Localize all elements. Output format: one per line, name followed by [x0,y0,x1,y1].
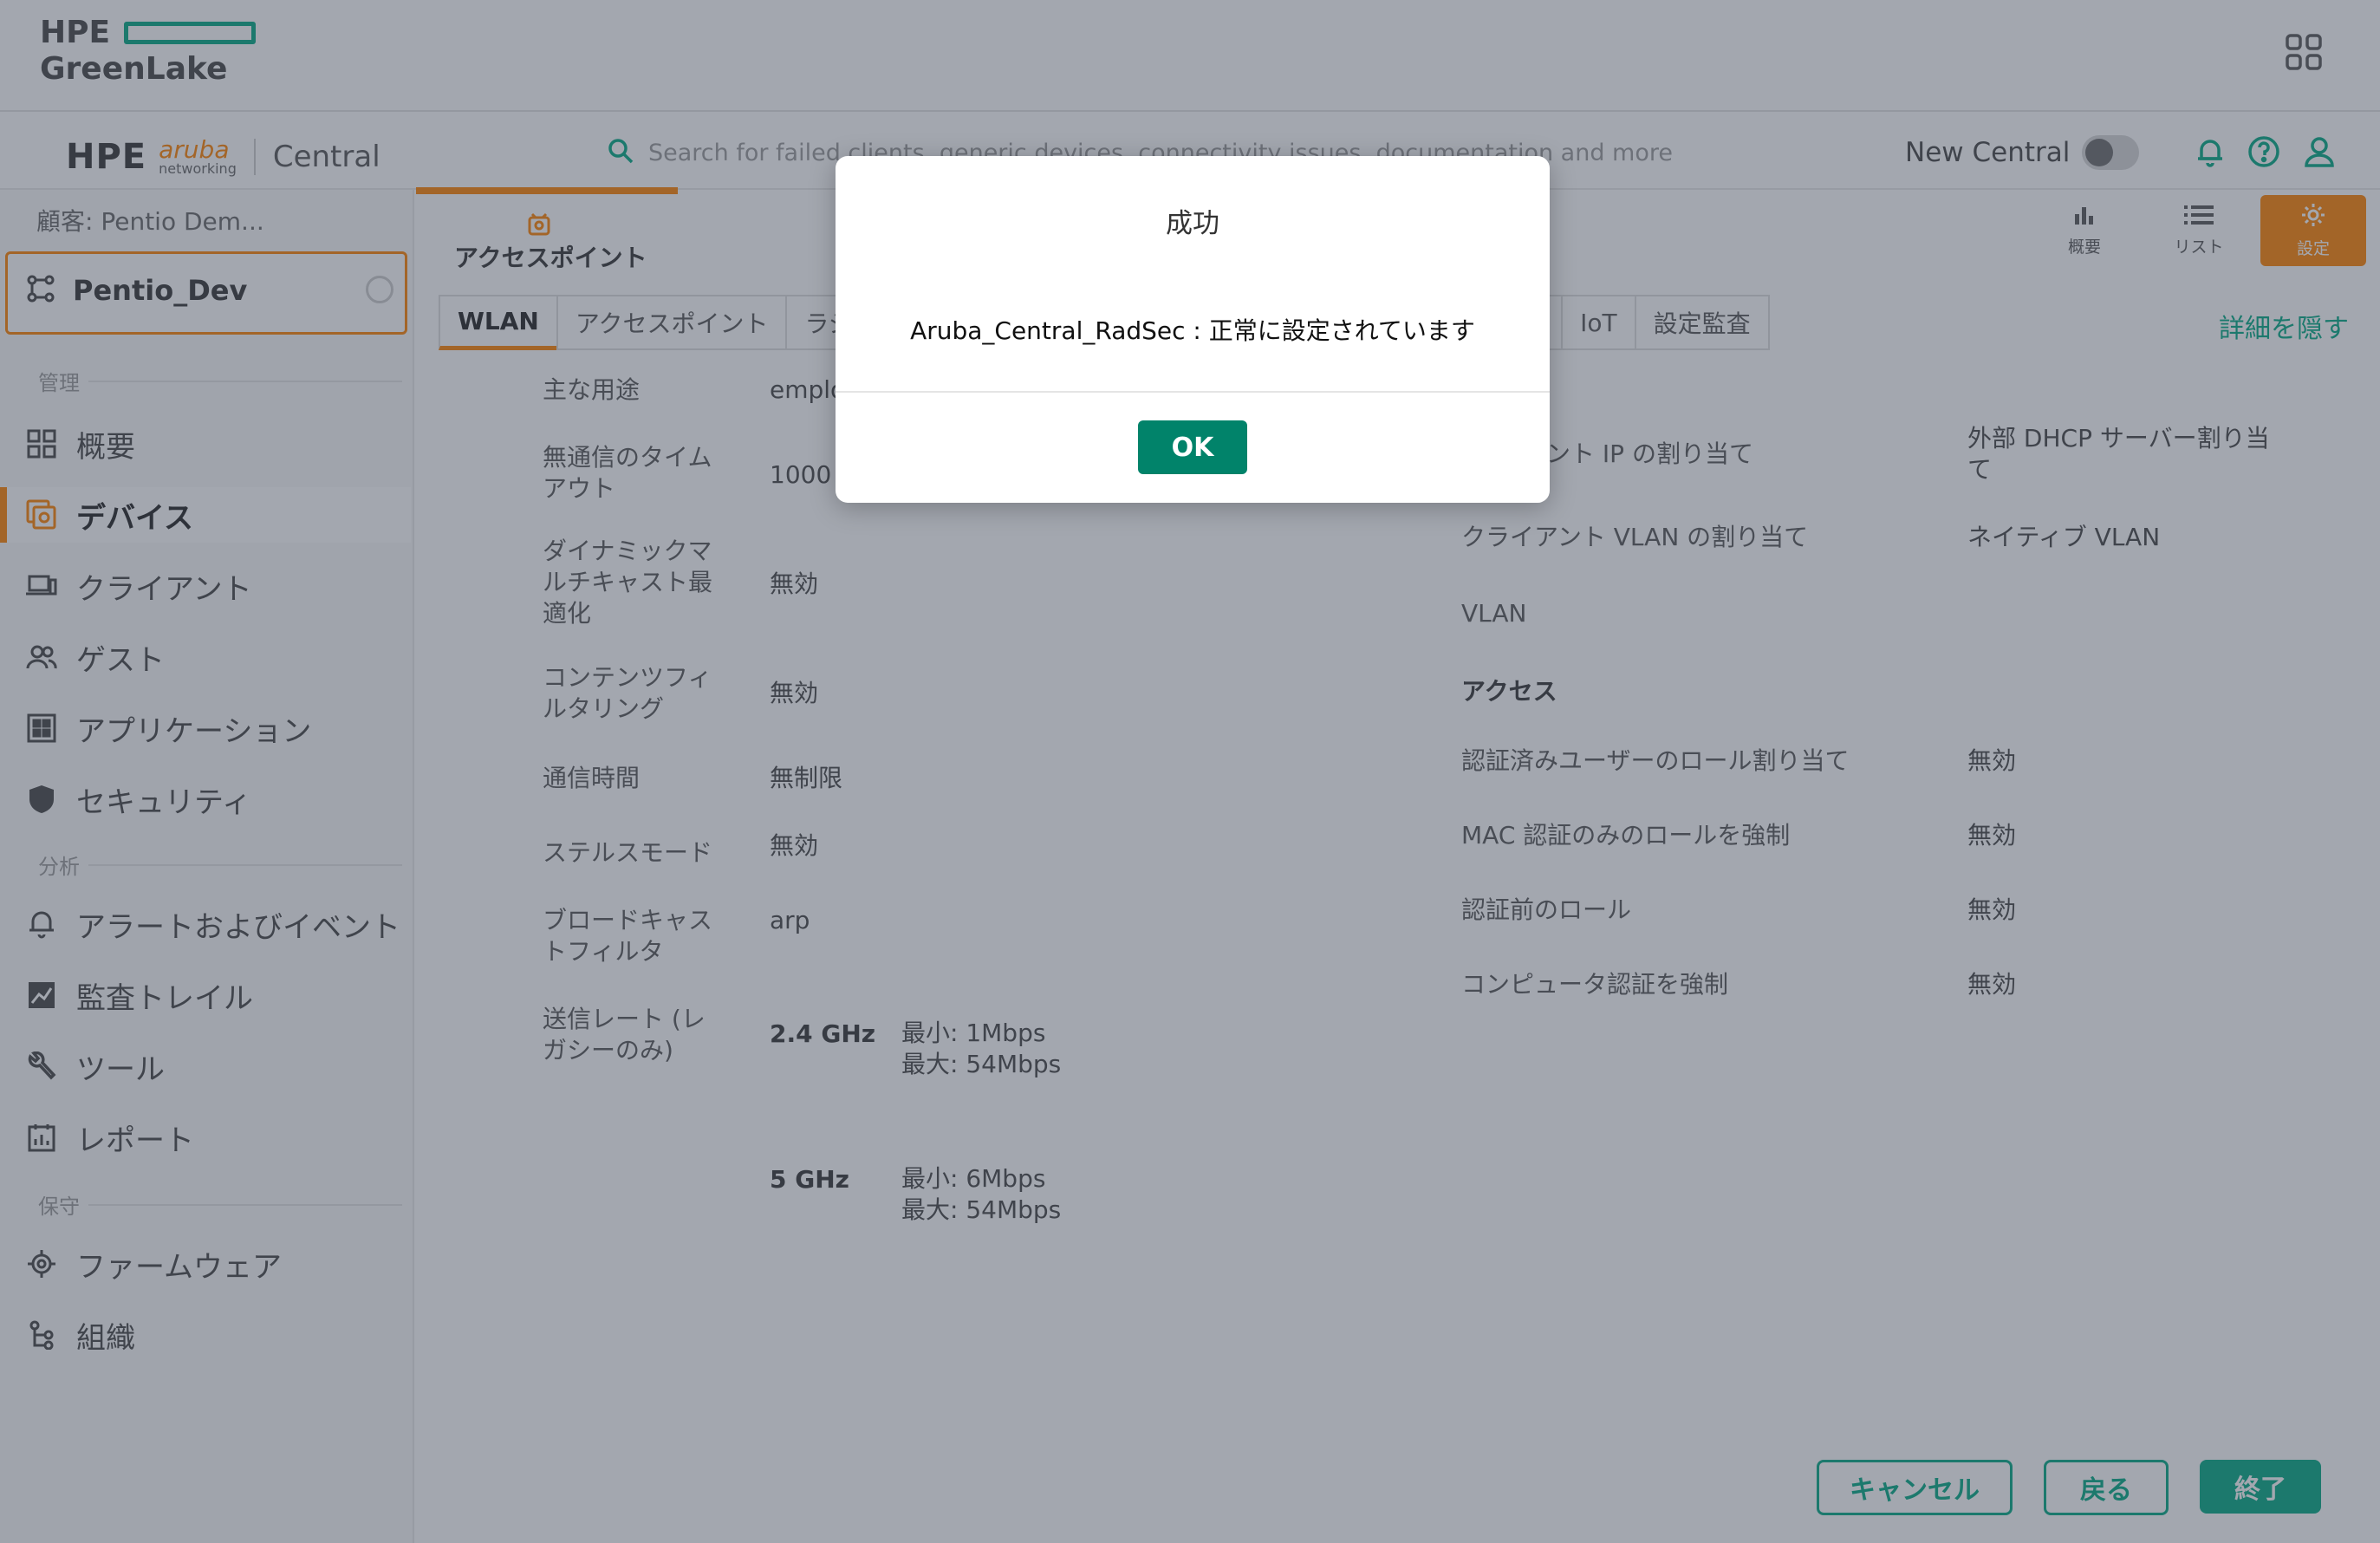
success-dialog: 成功 Aruba_Central_RadSec : 正常に設定されています OK [836,156,1550,503]
ok-button[interactable]: OK [1138,420,1247,474]
dialog-title: 成功 [1166,208,1219,239]
dialog-divider [836,391,1550,393]
dialog-message: Aruba_Central_RadSec : 正常に設定されています [910,316,1475,345]
